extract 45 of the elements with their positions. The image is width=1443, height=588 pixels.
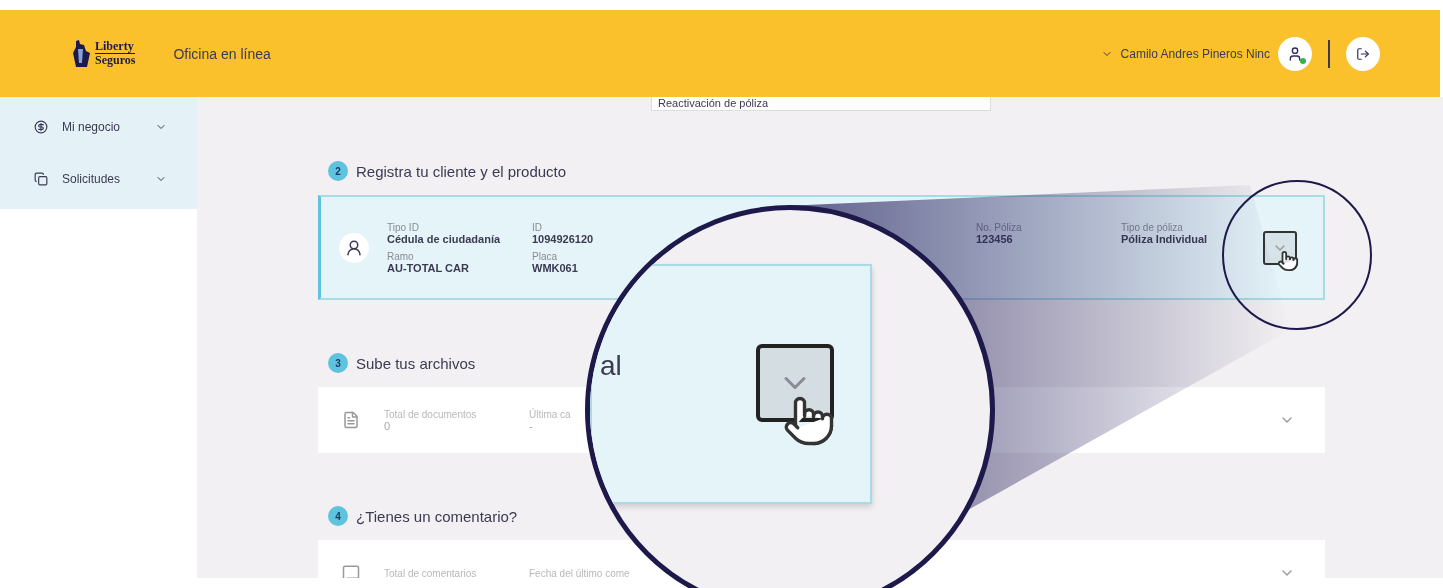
step-number: 4 [328, 506, 348, 526]
field-value: Cédula de ciudadanía [387, 232, 502, 245]
step-number: 2 [328, 161, 348, 181]
logout-button[interactable] [1346, 36, 1380, 71]
comment-icon [342, 564, 360, 578]
field-label: Tipo de póliza [1121, 221, 1184, 233]
field-label: Última ca [529, 408, 572, 420]
step-number: 3 [328, 353, 348, 373]
money-shield-icon [34, 120, 48, 134]
profile-button[interactable] [1278, 36, 1312, 71]
person-icon [345, 238, 363, 257]
field-label: Ramo [387, 250, 415, 262]
document-icon [342, 411, 360, 429]
field-value: 1094926120 [532, 232, 595, 245]
hand-cursor-icon [1277, 249, 1299, 272]
zoomed-text: al [600, 350, 622, 382]
field-value: Póliza Individual [1121, 232, 1209, 245]
field-label: ID [532, 221, 543, 233]
user-name[interactable]: Camilo Andres Pineros Ninc [1120, 46, 1270, 61]
field-label: Total de documentos [384, 408, 478, 420]
zoomed-expand-button[interactable] [756, 344, 834, 422]
logout-icon [1356, 46, 1370, 61]
field-value: AU-TOTAL CAR [387, 261, 470, 274]
brand-name: Seguros [95, 54, 136, 67]
section-title: Registra tu cliente y el producto [356, 162, 567, 180]
hand-cursor-icon [782, 394, 836, 448]
brand-name: Liberty [95, 40, 136, 54]
section-title: Sube tus archivos [356, 354, 476, 372]
field-value: WMK061 [532, 261, 579, 274]
sidebar-item[interactable]: Mi negocio [0, 101, 197, 153]
user-icon [1287, 45, 1303, 62]
documents-icon [34, 172, 48, 186]
input-field[interactable]: Reactivación de póliza [651, 97, 991, 111]
field-label: No. Póliza [976, 221, 1023, 233]
field-value: 123456 [976, 232, 1014, 245]
field-label: Tipo ID [387, 221, 420, 233]
app-title: Oficina en línea [173, 45, 271, 62]
field-label: Placa [532, 250, 558, 262]
field-label: Fecha del último come [529, 567, 631, 578]
statue-logo-icon [70, 38, 92, 69]
field-value: - [529, 419, 534, 432]
field-value: 0 [384, 419, 392, 432]
sidebar-item[interactable]: Solicitudes [0, 153, 197, 205]
field-label: Total de comentarios [384, 567, 478, 578]
section-title: ¿Tienes un comentario? [356, 507, 518, 525]
